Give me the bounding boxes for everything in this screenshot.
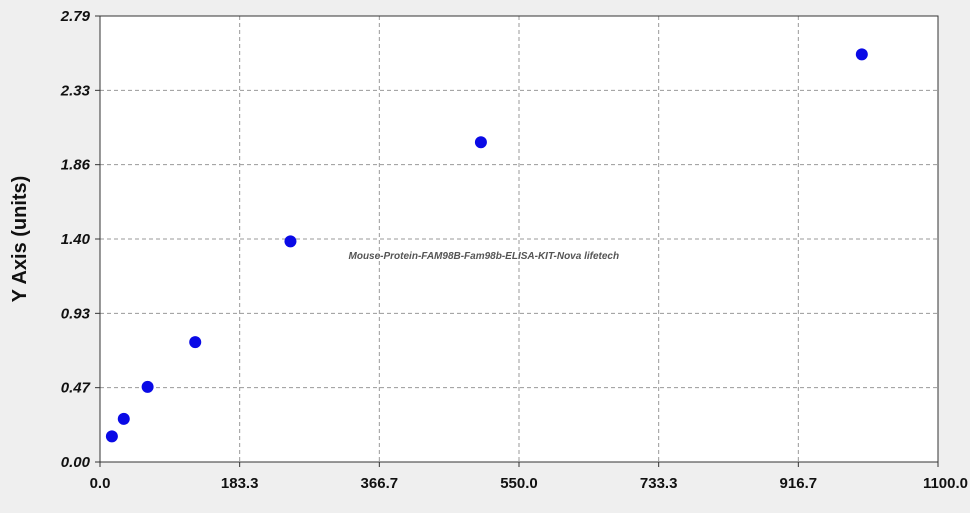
- y-axis-ticks: 0.00 0.47 0.93 1.40 1.86 2.33 2.79: [60, 8, 100, 471]
- y-tick-label: 1.40: [61, 231, 91, 248]
- data-point: [855, 48, 868, 61]
- watermark-text: Mouse-Protein-FAM98B-Fam98b-ELISA-KIT-No…: [349, 251, 620, 262]
- data-point: [105, 430, 118, 443]
- data-point: [117, 412, 130, 425]
- data-point: [189, 336, 202, 349]
- x-tick-label: 733.3: [640, 475, 678, 492]
- y-tick-label: 2.79: [60, 8, 91, 25]
- scatter-chart: 0.00 0.47 0.93 1.40 1.86 2.33 2.79 0.0 183.3 366…: [9, 8, 968, 492]
- data-point: [284, 235, 297, 248]
- y-tick-label: 0.93: [61, 305, 91, 322]
- x-tick-label: 366.7: [361, 475, 399, 492]
- y-tick-label: 1.86: [61, 157, 91, 174]
- y-tick-label: 0.00: [61, 454, 91, 471]
- data-point: [141, 380, 154, 393]
- data-point: [474, 136, 487, 149]
- x-axis-ticks: 0.0 183.3 366.7 550.0 733.3 916.7 1100.0: [90, 462, 968, 492]
- x-tick-label: 550.0: [500, 475, 538, 492]
- x-tick-label: 916.7: [780, 475, 818, 492]
- y-tick-label: 0.47: [61, 380, 91, 397]
- x-tick-label: 1100.0: [923, 475, 968, 492]
- y-tick-label: 2.33: [60, 82, 91, 99]
- x-tick-label: 0.0: [90, 475, 111, 492]
- y-axis-title: Y Axis (units): [9, 176, 31, 303]
- x-tick-label: 183.3: [221, 475, 259, 492]
